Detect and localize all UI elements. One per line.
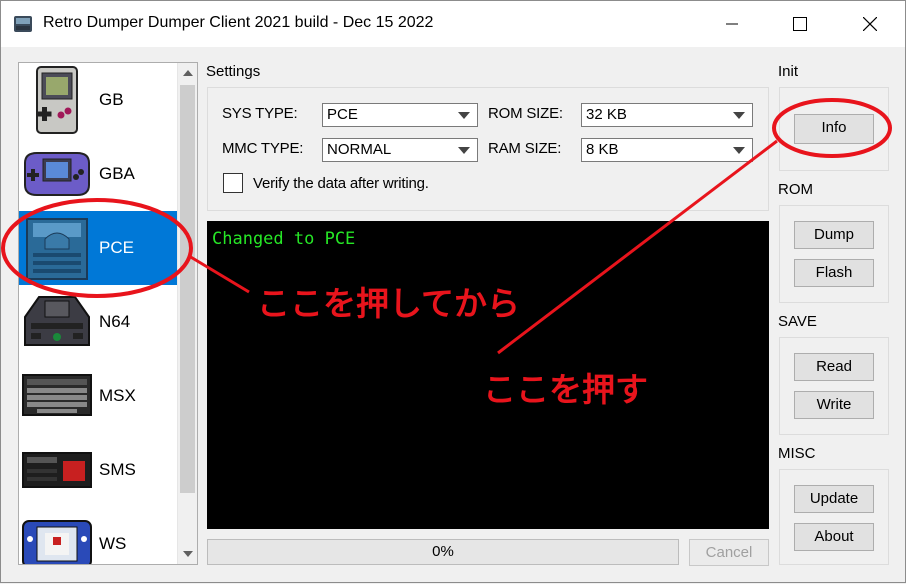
write-button-label: Write [816,396,852,413]
master-system-icon [22,452,92,488]
annotation-press-first: ここを押してから [257,284,521,323]
info-button-label: Info [821,119,847,136]
chevron-down-icon [458,147,470,154]
mmc-type-select[interactable]: NORMAL [322,138,478,162]
ram-size-label: RAM SIZE: [488,140,562,157]
minimize-icon [726,23,738,25]
gameboy-advance-icon [24,152,90,196]
verify-label: Verify the data after writing. [253,175,429,192]
close-button[interactable] [847,1,893,47]
console-line: Changed to PCE [212,229,356,249]
update-button-label: Update [809,490,859,507]
system-list[interactable]: GB GBA PCE N64 MSX SMS WS [18,62,198,565]
system-label: GBA [99,164,135,183]
cancel-button-label: Cancel [705,544,753,561]
system-item-pce[interactable]: PCE [19,211,177,285]
misc-group-label: MISC [778,445,816,462]
app-window: Retro Dumper Dumper Client 2021 build - … [0,0,906,583]
system-label: SMS [99,460,136,479]
ram-size-value: 8 KB [586,141,619,158]
annotation-press-then: ここを押す [483,370,648,409]
sys-type-label: SYS TYPE: [222,105,298,122]
mmc-type-value: NORMAL [327,141,392,158]
system-item-n64[interactable]: N64 [19,285,177,359]
app-icon [14,16,32,32]
save-group [779,337,889,435]
system-label: PCE [99,238,134,257]
init-group-label: Init [778,63,799,80]
pc-engine-icon [26,218,88,280]
scroll-up-button[interactable] [178,63,197,83]
wonderswan-icon [22,520,92,564]
update-button[interactable]: Update [794,485,874,513]
chevron-down-icon [458,112,470,119]
window-title: Retro Dumper Dumper Client 2021 build - … [43,14,434,31]
chevron-down-icon [733,147,745,154]
gameboy-icon [36,66,78,134]
system-list-scrollbar[interactable] [177,63,197,564]
dump-button-label: Dump [813,226,854,243]
info-button[interactable]: Info [794,114,874,144]
read-button-label: Read [816,358,852,375]
system-label: MSX [99,386,136,405]
system-label: WS [99,534,127,553]
cancel-button[interactable]: Cancel [689,539,769,566]
flash-button-label: Flash [815,264,853,281]
mmc-type-label: MMC TYPE: [222,140,304,157]
system-label: N64 [99,312,131,331]
close-icon [863,17,877,31]
maximize-button[interactable] [777,1,823,47]
minimize-button[interactable] [709,1,755,47]
save-group-label: SAVE [778,313,817,330]
about-button[interactable]: About [794,523,874,551]
scroll-thumb[interactable] [180,85,195,493]
sys-type-select[interactable]: PCE [322,103,478,127]
system-label: GB [99,90,124,109]
scroll-down-button[interactable] [178,544,197,564]
progress-bar: 0% [207,539,679,565]
rom-size-value: 32 KB [586,106,627,123]
settings-group-label: Settings [206,63,261,80]
system-item-gba[interactable]: GBA [19,137,177,211]
flash-button[interactable]: Flash [794,259,874,287]
system-item-ws[interactable]: WS [19,507,177,564]
rom-group [779,205,889,303]
caret-down-icon [183,551,193,557]
dump-button[interactable]: Dump [794,221,874,249]
read-button[interactable]: Read [794,353,874,381]
maximize-icon [793,17,807,31]
chevron-down-icon [733,112,745,119]
system-item-sms[interactable]: SMS [19,433,177,507]
progress-text: 0% [432,543,454,560]
nintendo64-icon [24,296,90,346]
system-item-gb[interactable]: GB [19,63,177,137]
ram-size-select[interactable]: 8 KB [581,138,753,162]
verify-checkbox[interactable] [223,173,243,193]
system-item-msx[interactable]: MSX [19,359,177,433]
title-bar: Retro Dumper Dumper Client 2021 build - … [1,1,905,47]
sys-type-value: PCE [327,106,358,123]
caret-up-icon [183,70,193,76]
rom-group-label: ROM [778,181,813,198]
rom-size-label: ROM SIZE: [488,105,563,122]
msx-icon [22,374,92,416]
rom-size-select[interactable]: 32 KB [581,103,753,127]
about-button-label: About [814,528,854,545]
write-button[interactable]: Write [794,391,874,419]
